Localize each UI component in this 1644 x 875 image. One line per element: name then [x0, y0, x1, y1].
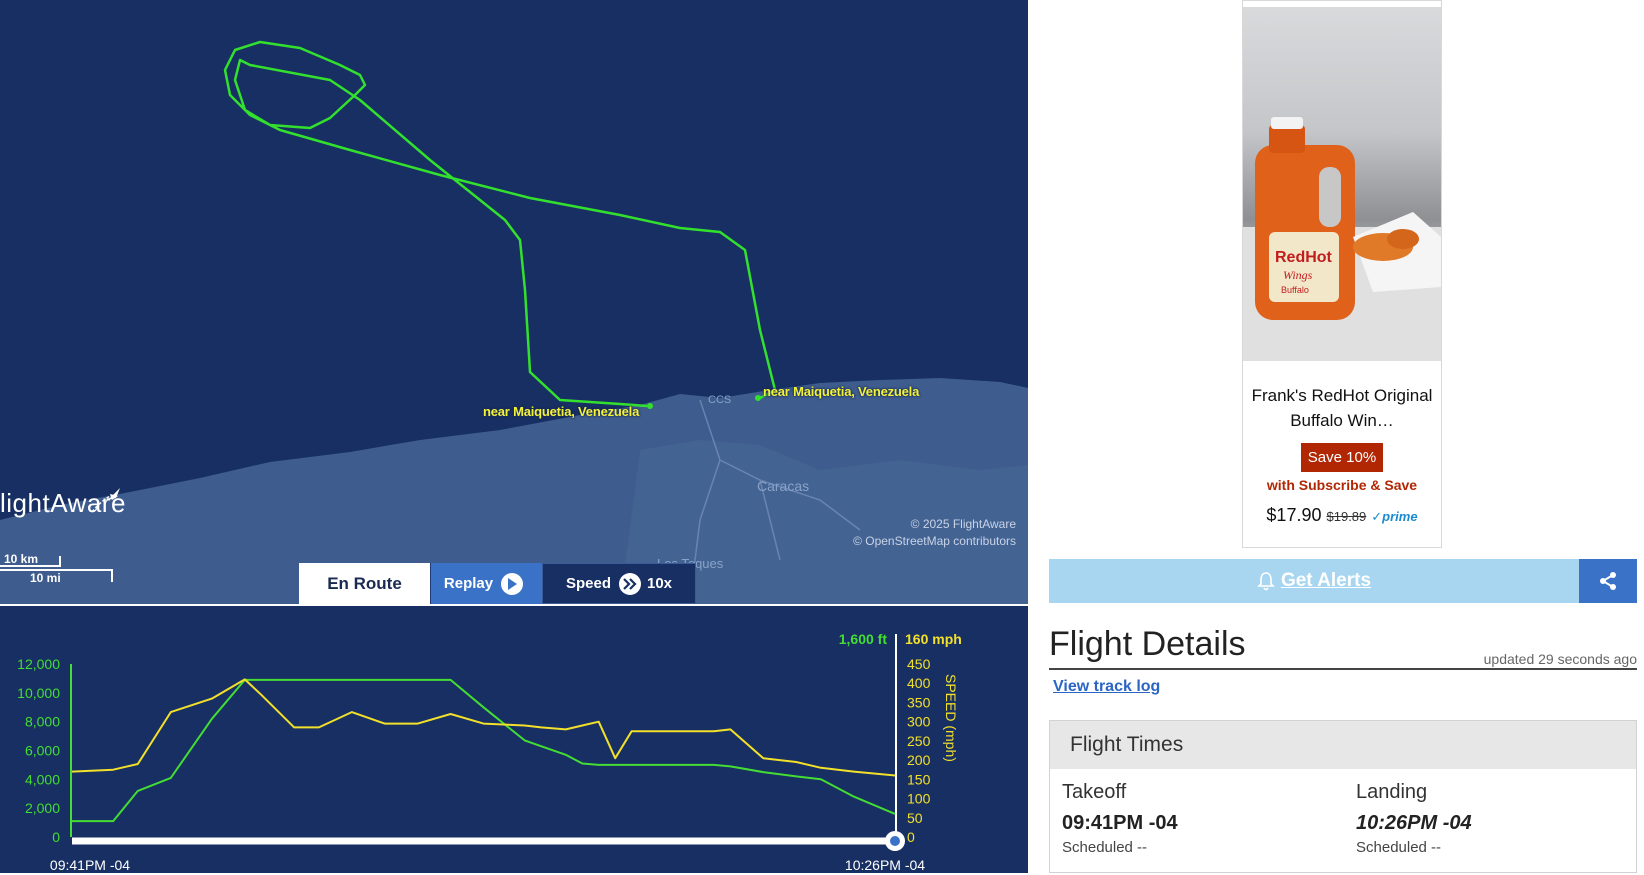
scale-mi: 10 mi	[30, 571, 61, 585]
takeoff-column: Takeoff 09:41PM -04 Scheduled --	[1062, 781, 1178, 856]
get-alerts-button[interactable]: Get Alerts	[1049, 559, 1579, 603]
speed-tick-label: 150	[907, 771, 931, 787]
speed-tick-label: 250	[907, 733, 931, 749]
en-route-tab[interactable]: En Route	[299, 563, 430, 604]
sidebar: RedHot Wings Buffalo Frank's RedHot Orig…	[1040, 0, 1644, 873]
speed-tick-label: 50	[907, 810, 923, 826]
scale-km: 10 km	[4, 552, 39, 566]
plane-icon	[91, 488, 120, 513]
ad-old-price: $19.89	[1326, 509, 1367, 524]
speed-tick-label: 300	[907, 714, 931, 730]
landing-scheduled: Scheduled --	[1356, 839, 1442, 856]
landing-column: Landing 10:26PM -04 Scheduled --	[1356, 781, 1472, 856]
current-altitude-label: 1,600 ft	[839, 631, 888, 647]
speed-tick-label: 450	[907, 656, 931, 672]
speed-tick-label: 400	[907, 675, 931, 691]
takeoff-time: 09:41PM -04	[1062, 812, 1178, 834]
speed-tick-label: 350	[907, 694, 931, 710]
flight-details-title: Flight Details	[1049, 625, 1246, 663]
speed-button[interactable]: Speed 10x	[542, 563, 696, 604]
destination-label: near Maiquetia, Venezuela	[763, 384, 920, 399]
speed-tick-label: 200	[907, 752, 931, 768]
ad-product-image[interactable]: RedHot Wings Buffalo	[1243, 7, 1441, 361]
start-time-label: 09:41PM -04	[50, 857, 130, 873]
ad-price-row[interactable]: $17.90 $19.89 ✓prime	[1243, 505, 1441, 526]
ccs-label: CCS	[708, 394, 732, 406]
replay-button[interactable]: Replay	[430, 563, 542, 604]
view-track-log-link[interactable]: View track log	[1053, 678, 1160, 696]
speed-label: Speed	[565, 575, 611, 592]
landing-label: Landing	[1356, 781, 1428, 803]
altitude-tick-label: 4,000	[25, 771, 60, 787]
osm-attribution[interactable]: © OpenStreetMap contributors	[853, 534, 1016, 548]
ad-brand-sub2: Buffalo	[1281, 285, 1309, 295]
flight-map[interactable]: near Maiquetia, Venezuela near Maiquetia…	[0, 0, 1028, 604]
speed-value: 10x	[646, 575, 673, 592]
replay-label: Replay	[443, 575, 494, 592]
altitude-tick-label: 10,000	[17, 685, 60, 701]
origin-label: near Maiquetia, Venezuela	[483, 404, 640, 419]
end-time-label: 10:26PM -04	[845, 857, 925, 873]
share-icon	[1600, 572, 1616, 590]
caracas-label: Caracas	[757, 478, 810, 494]
flight-track	[223, 40, 777, 408]
takeoff-label: Takeoff	[1062, 781, 1127, 803]
speed-tick-label: 100	[907, 791, 931, 807]
save-badge: Save 10%	[1301, 443, 1383, 472]
ad-brand-sub1: Wings	[1283, 268, 1313, 282]
altitude-tick-label: 0	[52, 829, 60, 845]
current-speed-label: 160 mph	[905, 631, 962, 647]
altitude-line	[72, 678, 896, 823]
landing-time: 10:26PM -04	[1356, 812, 1472, 834]
altitude-tick-label: 6,000	[25, 743, 60, 759]
bell-icon	[1257, 572, 1275, 591]
map-controls: En Route Replay Speed 10x	[299, 563, 696, 604]
current-position-dot	[755, 395, 761, 401]
altitude-tick-label: 2,000	[25, 800, 60, 816]
speed-axis-title: SPEED (mph)	[943, 674, 959, 762]
share-button[interactable]	[1579, 559, 1637, 603]
flight-times-panel: Flight Times Takeoff 09:41PM -04 Schedul…	[1049, 720, 1637, 873]
fast-forward-icon	[618, 572, 641, 595]
ad-brand-text: RedHot	[1275, 249, 1333, 266]
prime-badge: ✓prime	[1371, 509, 1418, 524]
slider-handle-dot	[890, 836, 900, 846]
altitude-tick-label: 8,000	[25, 714, 60, 730]
altitude-tick-label: 12,000	[17, 656, 60, 672]
divider	[1049, 668, 1637, 670]
subscribe-save-text: with Subscribe & Save	[1266, 477, 1418, 493]
flight-times-heading: Flight Times	[1050, 721, 1636, 769]
get-alerts-label: Get Alerts	[1280, 570, 1372, 591]
map-canvas	[0, 40, 1028, 604]
speed-tick-label: 0	[907, 829, 915, 845]
origin-dot	[647, 403, 653, 409]
chart-canvas: 12,000 10,000 8,000 6,000 4,000 2,000 0 450 400 3…	[17, 631, 962, 873]
speed-line	[71, 678, 896, 777]
play-icon	[501, 572, 524, 595]
map-copyright[interactable]: © 2025 FlightAware	[911, 517, 1016, 531]
takeoff-scheduled: Scheduled --	[1062, 839, 1148, 856]
map-scale: 10 km 10 mi	[0, 550, 120, 590]
hot-sauce-image: RedHot Wings Buffalo	[1243, 117, 1441, 361]
ad-title[interactable]: Frank's RedHot Original Buffalo Win…	[1249, 383, 1435, 433]
ad-price: $17.90	[1266, 505, 1322, 525]
altitude-speed-chart[interactable]: 12,000 10,000 8,000 6,000 4,000 2,000 0 450 400 3…	[0, 604, 1028, 873]
updated-timestamp: updated 29 seconds ago	[1483, 651, 1637, 667]
product-ad[interactable]: RedHot Wings Buffalo Frank's RedHot Orig…	[1242, 0, 1442, 548]
